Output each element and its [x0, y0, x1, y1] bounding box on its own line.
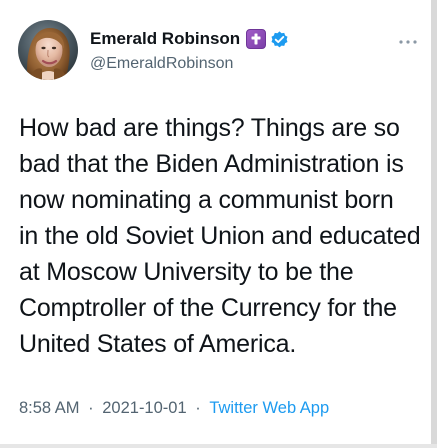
author-display-name[interactable]: Emerald Robinson [90, 28, 240, 50]
tweet-text: How bad are things? Things are so bad th… [19, 110, 423, 362]
tweet-text-line: in the old Soviet Union and educated [19, 222, 421, 250]
tweet-text-line: now nominating a communist born [19, 186, 394, 214]
tweet-date[interactable]: 2021-10-01 [102, 396, 186, 420]
meta-separator: · [195, 399, 201, 417]
author-handle[interactable]: @EmeraldRobinson [90, 54, 380, 74]
more-options-button[interactable] [391, 28, 425, 56]
right-scrollbar-edge [431, 0, 437, 448]
tweet-text-line: at Moscow University to be the [19, 258, 354, 286]
tweet-meta: 8:58 AM · 2021-10-01 · Twitter Web App [19, 396, 329, 420]
tweet-time[interactable]: 8:58 AM [19, 396, 80, 420]
tweet-client-link[interactable]: Twitter Web App [209, 396, 329, 420]
tweet-card: Emerald Robinson @EmeraldRobinson How ba… [0, 0, 437, 448]
author-avatar[interactable] [18, 20, 78, 80]
cross-emoji-icon [246, 29, 267, 49]
author-info: Emerald Robinson @EmeraldRobinson [90, 27, 380, 74]
avatar-photo-icon [18, 20, 78, 80]
bottom-divider [0, 444, 437, 448]
tweet-text-line: bad that the Biden Administration is [19, 150, 404, 178]
tweet-text-line: Comptroller of the Currency for the [19, 294, 397, 322]
meta-separator: · [88, 399, 94, 417]
author-name-row: Emerald Robinson [90, 27, 380, 51]
tweet-text-line: How bad are things? Things are so [19, 114, 400, 142]
tweet-header: Emerald Robinson @EmeraldRobinson [18, 16, 423, 80]
more-horizontal-icon [399, 40, 417, 44]
verified-badge-icon [270, 30, 289, 49]
tweet-text-line: United States of America. [19, 330, 297, 358]
